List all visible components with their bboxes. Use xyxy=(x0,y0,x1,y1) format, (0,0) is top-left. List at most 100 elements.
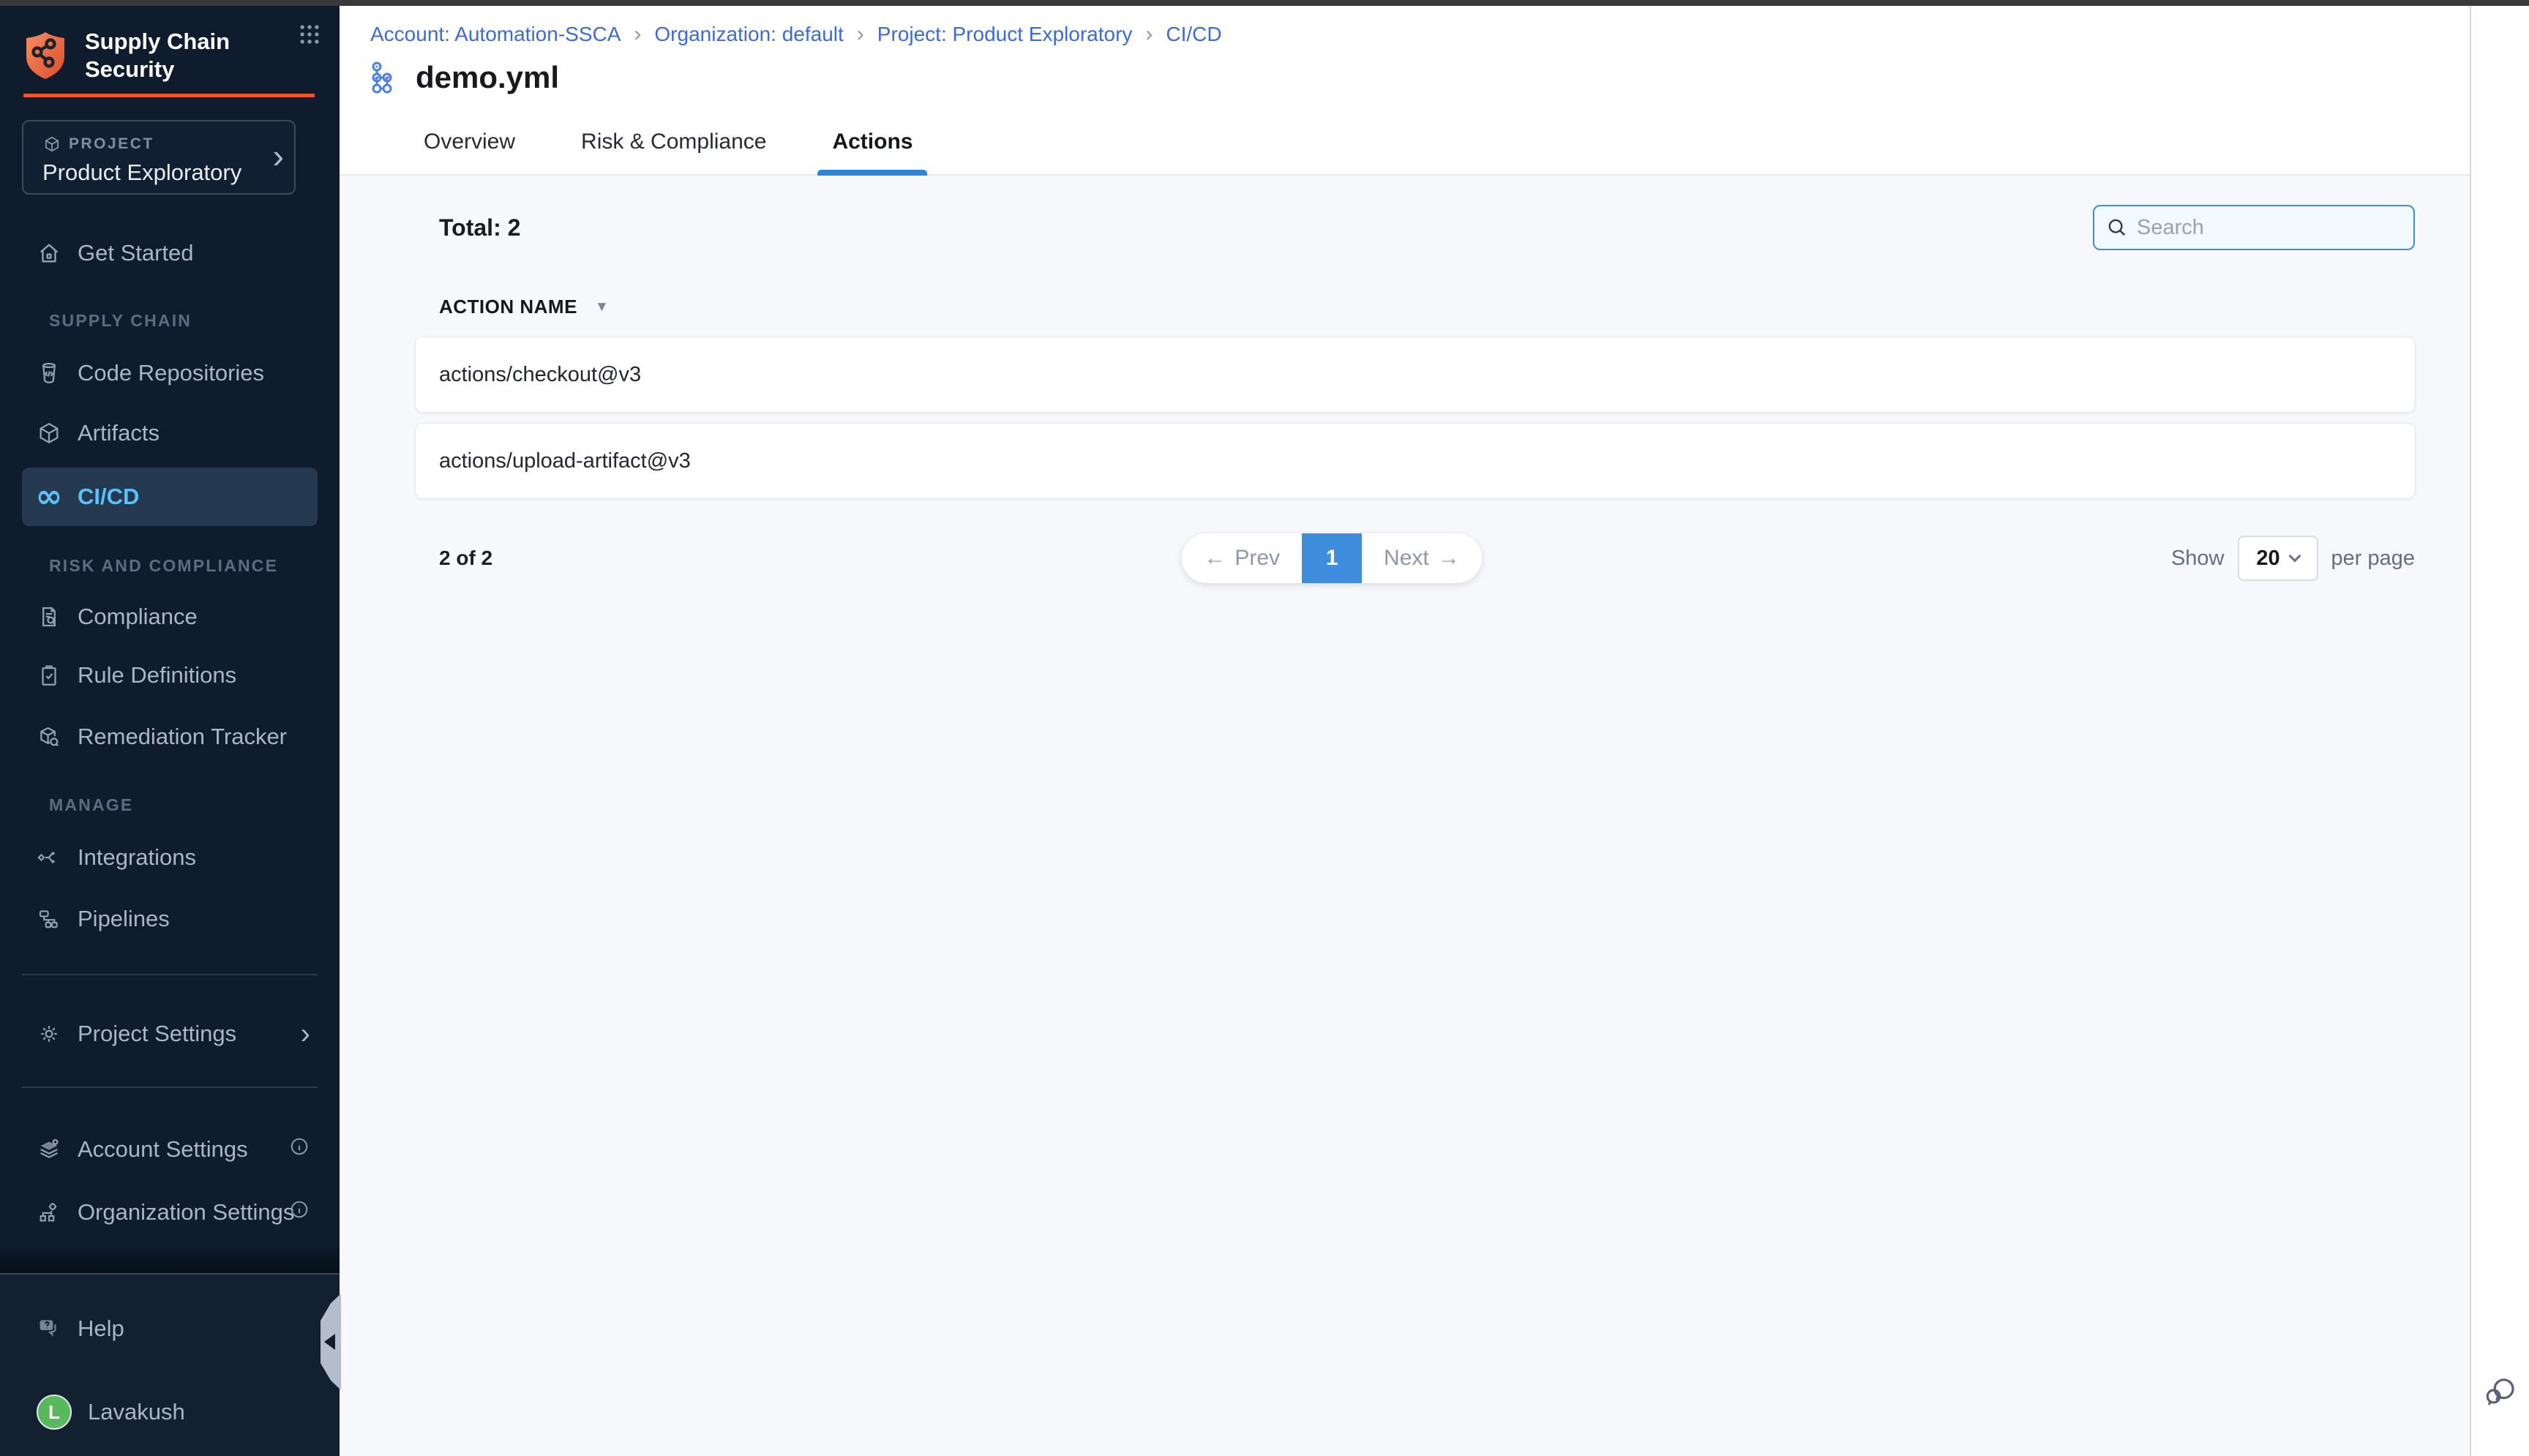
sidebar-item-pipelines[interactable]: Pipelines xyxy=(22,890,318,948)
sidebar-item-label: Artifacts xyxy=(78,420,160,446)
sidebar-item-label: Get Started xyxy=(78,240,194,266)
sidebar-item-project-settings[interactable]: Project Settings › xyxy=(22,1005,318,1063)
sidebar-item-integrations[interactable]: Integrations xyxy=(22,828,318,887)
breadcrumb-account[interactable]: Account: Automation-SSCA xyxy=(370,23,621,46)
arrow-left-icon: ← xyxy=(1204,546,1226,571)
right-gutter xyxy=(2470,6,2529,1456)
sidebar-item-label: Account Settings xyxy=(78,1136,248,1163)
sidebar-item-compliance[interactable]: Compliance xyxy=(22,588,318,646)
page-size-select[interactable]: 20 xyxy=(2238,536,2318,581)
sidebar-item-label: Integrations xyxy=(78,844,196,871)
sidebar-item-account-settings[interactable]: Account Settings xyxy=(22,1120,318,1179)
pagination-range: 2 of 2 xyxy=(439,547,492,570)
action-name: actions/upload-artifact@v3 xyxy=(439,449,691,473)
column-label: ACTION NAME xyxy=(439,296,577,318)
window-top-strip xyxy=(0,0,2529,6)
sidebar-item-rule-definitions[interactable]: Rule Definitions xyxy=(22,646,318,705)
info-icon[interactable] xyxy=(288,1136,310,1163)
tab-bar: Overview Risk & Compliance Actions xyxy=(340,110,2470,176)
page-size-value: 20 xyxy=(2256,547,2279,571)
sidebar-item-label: Pipelines xyxy=(78,906,170,932)
cube-icon xyxy=(42,135,61,154)
avatar: L xyxy=(37,1395,72,1430)
breadcrumb: Account: Automation-SSCA › Organization:… xyxy=(370,22,1222,47)
sidebar-item-help[interactable]: Help xyxy=(22,1299,318,1358)
sidebar-item-code-repositories[interactable]: Code Repositories xyxy=(22,344,318,402)
sidebar: Supply Chain Security PROJECT Product Ex… xyxy=(0,6,340,1456)
page-size-control: Show 20 per page xyxy=(2171,536,2415,581)
sidebar-item-label: Compliance xyxy=(78,604,198,630)
search-input[interactable] xyxy=(2137,216,2378,240)
user-name: Lavakush xyxy=(88,1399,185,1425)
clipboard-check-icon xyxy=(37,663,61,688)
section-header-risk-compliance: RISK AND COMPLIANCE xyxy=(49,556,278,576)
home-icon xyxy=(37,241,61,266)
sidebar-item-cicd[interactable]: ∞ CI/CD xyxy=(22,468,318,526)
chevron-right-icon: › xyxy=(857,22,864,47)
app-switcher-icon[interactable] xyxy=(297,22,322,50)
chevron-right-icon: › xyxy=(273,139,284,173)
page-title: demo.yml xyxy=(416,60,559,95)
app-title: Supply Chain Security xyxy=(85,28,230,83)
chevron-right-icon: › xyxy=(301,1018,310,1051)
main-area: Account: Automation-SSCA › Organization:… xyxy=(340,6,2529,1456)
box-tag-icon xyxy=(37,724,61,749)
prev-label: Prev xyxy=(1234,546,1280,571)
sidebar-item-label: Remediation Tracker xyxy=(78,724,287,750)
app-window: Supply Chain Security PROJECT Product Ex… xyxy=(0,0,2529,1456)
sidebar-item-get-started[interactable]: Get Started xyxy=(22,224,318,282)
sidebar-item-label: Rule Definitions xyxy=(78,662,236,688)
tab-overview[interactable]: Overview xyxy=(409,110,530,174)
action-name: actions/checkout@v3 xyxy=(439,363,641,387)
sidebar-footer: Help L Lavakush xyxy=(0,1273,340,1456)
code-repo-icon xyxy=(37,361,61,386)
brand-accent-rule xyxy=(23,94,315,97)
breadcrumb-project[interactable]: Project: Product Exploratory xyxy=(877,23,1133,46)
collapse-left-arrow-icon xyxy=(324,1334,335,1350)
divider xyxy=(22,1087,318,1088)
tab-actions[interactable]: Actions xyxy=(817,110,927,174)
table-row[interactable]: actions/checkout@v3 xyxy=(416,337,2415,412)
arrow-right-icon: → xyxy=(1438,546,1460,571)
breadcrumb-organization[interactable]: Organization: default xyxy=(654,23,843,46)
next-page-button[interactable]: Next → xyxy=(1362,533,1482,583)
info-icon[interactable] xyxy=(288,1198,310,1226)
actions-panel: Total: 2 ACTION NAME ▼ actions/checkout@… xyxy=(340,176,2470,1456)
pager: ← Prev 1 Next → xyxy=(1182,533,1481,583)
pipelines-icon xyxy=(37,907,61,931)
breadcrumb-cicd[interactable]: CI/CD xyxy=(1166,23,1221,46)
infinity-icon: ∞ xyxy=(37,484,61,509)
column-header-action-name[interactable]: ACTION NAME ▼ xyxy=(439,296,2415,318)
user-menu[interactable]: L Lavakush xyxy=(22,1383,318,1441)
page-header: demo.yml xyxy=(369,60,559,95)
sidebar-item-artifacts[interactable]: Artifacts xyxy=(22,404,318,462)
page-number-button[interactable]: 1 xyxy=(1302,533,1362,583)
total-count: Total: 2 xyxy=(439,214,520,241)
app-logo: Supply Chain Security xyxy=(22,28,318,83)
sidebar-item-remediation-tracker[interactable]: Remediation Tracker xyxy=(22,708,318,766)
prev-page-button[interactable]: ← Prev xyxy=(1182,533,1302,583)
chat-help-icon[interactable] xyxy=(2483,1375,2518,1414)
help-chat-icon xyxy=(37,1316,61,1341)
sidebar-item-label: Code Repositories xyxy=(78,360,264,386)
project-selector[interactable]: PROJECT Product Exploratory › xyxy=(22,120,296,195)
integrations-icon xyxy=(37,845,61,870)
next-label: Next xyxy=(1384,546,1429,571)
per-page-label: per page xyxy=(2331,547,2416,571)
artifact-cube-icon xyxy=(37,421,61,446)
org-hierarchy-gear-icon xyxy=(37,1200,61,1225)
table-row[interactable]: actions/upload-artifact@v3 xyxy=(416,424,2415,498)
search-icon xyxy=(2106,217,2128,239)
tab-risk-compliance[interactable]: Risk & Compliance xyxy=(566,110,781,174)
sidebar-item-label: CI/CD xyxy=(78,484,139,510)
project-label: PROJECT xyxy=(69,135,154,153)
search-box xyxy=(2093,205,2415,250)
sidebar-item-organization-settings[interactable]: Organization Settings xyxy=(22,1183,318,1242)
gear-icon xyxy=(37,1021,61,1046)
pipeline-file-icon xyxy=(369,60,404,95)
layers-gear-icon xyxy=(37,1137,61,1162)
chevron-right-icon: › xyxy=(1145,22,1153,47)
show-label: Show xyxy=(2171,547,2225,571)
sidebar-item-label: Project Settings xyxy=(78,1021,236,1047)
section-header-supply-chain: SUPPLY CHAIN xyxy=(49,311,192,331)
